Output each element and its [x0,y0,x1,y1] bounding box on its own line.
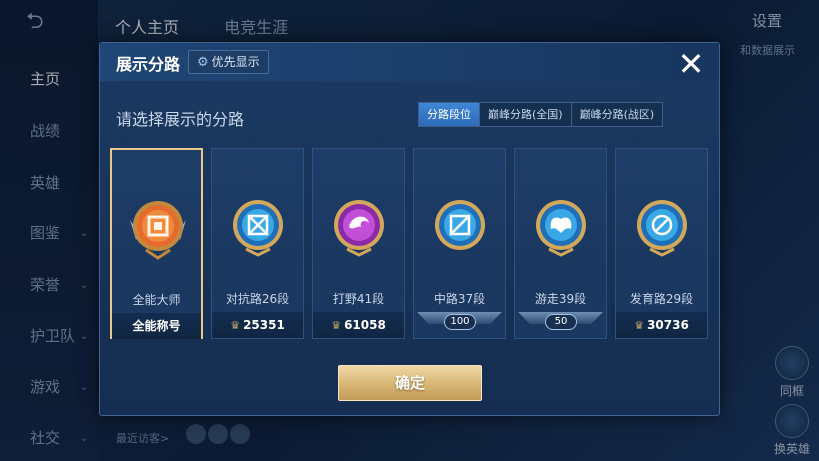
lane-name: 对抗路26段 [225,292,290,306]
all-round-medal-icon [130,201,186,260]
confirm-button[interactable]: 确定 [338,365,482,401]
lane-footer: 全能称号 [112,313,201,339]
peak-score: 30736 [647,318,689,332]
lane-mode-tabs: 分路段位 巅峰分路(全国) 巅峰分路(战区) [418,102,664,127]
mid-lane-medal-icon [435,200,485,250]
peak-crown-icon: ♛ [331,319,342,332]
rank-number: 100 [444,314,476,330]
farm-lane-medal-icon [637,200,687,257]
priority-display-label: 优先显示 [211,55,260,69]
rank-badge: 50 [515,312,606,338]
peak-score: 61058 [344,318,386,332]
peak-score: 25351 [243,318,285,332]
lane-card-mid[interactable]: 中路37段 100 [413,148,506,339]
lane-card-all-round[interactable]: 全能大师 全能称号 [110,148,203,339]
rank-badge: 100 [414,312,505,338]
lane-name: 游走39段 [534,292,587,306]
lane-card-clash[interactable]: 对抗路26段 ♛ 25351 [211,148,304,339]
tab-lane-rank[interactable]: 分路段位 [419,103,480,126]
dialog-subtitle: 请选择展示的分路 [116,110,245,129]
lane-display-dialog: 展示分路 ⚙ 优先显示 ✕ 请选择展示的分路 分路段位 巅峰分路(全国) 巅峰分路… [99,42,720,416]
rank-number: 50 [545,314,577,330]
lane-footer: ♛ 25351 [212,312,303,338]
lane-card-jungle[interactable]: 打野41段 ♛ 61058 [312,148,405,339]
lane-name: 打野41段 [332,292,385,306]
lane-name: 发育路29段 [629,292,694,306]
crossed-swords-medal-icon [233,200,283,257]
priority-display-button[interactable]: ⚙ 优先显示 [188,50,269,74]
wings-medal-icon [536,200,586,257]
tab-peak-region[interactable]: 巅峰分路(战区) [571,103,663,126]
lane-card-roam[interactable]: 游走39段 50 [514,148,607,339]
tab-peak-national[interactable]: 巅峰分路(全国) [480,103,572,126]
gear-icon: ⚙ [197,55,209,70]
dialog-title: 展示分路 [116,55,181,74]
lane-name: 中路37段 [433,292,486,306]
lane-footer: ♛ 30736 [616,312,707,338]
peak-crown-icon: ♛ [230,319,241,332]
lane-name: 全能大师 [132,293,181,307]
lane-footer: ♛ 61058 [313,312,404,338]
lane-card-farm[interactable]: 发育路29段 ♛ 30736 [615,148,708,339]
close-icon[interactable]: ✕ [674,47,708,81]
peak-crown-icon: ♛ [634,319,645,332]
dragon-medal-icon [334,200,384,257]
